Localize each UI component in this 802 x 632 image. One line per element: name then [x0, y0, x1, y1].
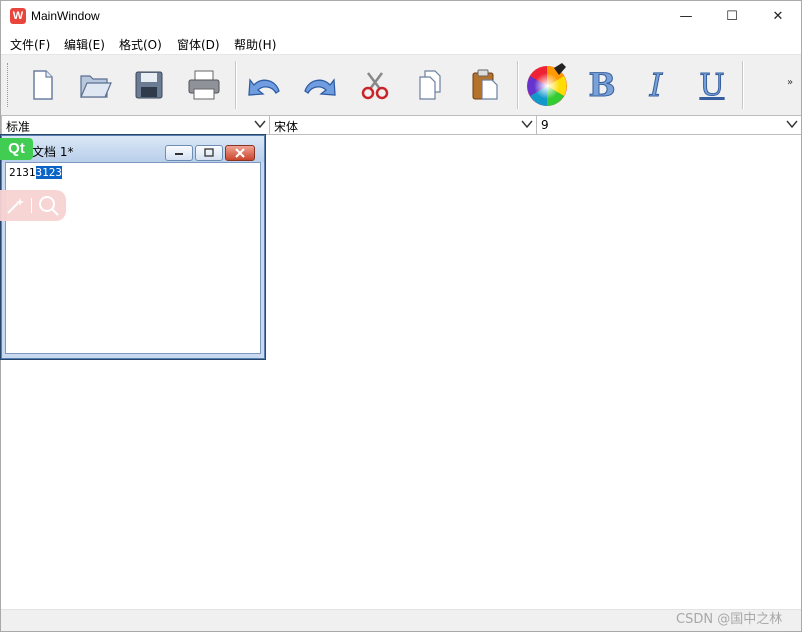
open-button[interactable]	[72, 61, 118, 109]
pill-divider	[31, 198, 32, 213]
maximize-icon: ☐	[726, 9, 738, 24]
menu-format[interactable]: 格式(O)	[119, 36, 162, 53]
maximize-icon	[204, 148, 214, 157]
window-title: MainWindow	[31, 9, 100, 23]
chevron-down-icon	[786, 120, 798, 129]
close-icon	[235, 148, 245, 158]
document-text-plain: 2131	[9, 166, 36, 179]
redo-icon	[304, 78, 336, 96]
document-text: 21313123	[9, 166, 62, 179]
child-document-window[interactable]: 文档 1* 21313123	[1, 135, 265, 359]
menu-window[interactable]: 窗体(D)	[177, 36, 220, 53]
undo-icon	[248, 78, 280, 96]
toolbar-overflow-button[interactable]: »	[787, 77, 793, 88]
copy-icon	[419, 70, 441, 100]
underline-button[interactable]: U	[689, 61, 735, 109]
print-button[interactable]	[181, 61, 227, 109]
search-icon[interactable]	[38, 195, 60, 217]
new-file-icon	[33, 70, 53, 100]
copy-button[interactable]	[407, 61, 453, 109]
new-button[interactable]	[18, 61, 64, 109]
size-combo[interactable]: 9	[536, 115, 801, 135]
underline-icon: U	[699, 67, 725, 103]
paste-icon	[472, 69, 498, 100]
menu-edit[interactable]: 编辑(E)	[64, 36, 105, 53]
maximize-button[interactable]: ☐	[709, 1, 755, 32]
chevron-down-icon	[254, 120, 266, 129]
save-button[interactable]	[126, 61, 172, 109]
qt-badge: Qt	[0, 138, 33, 160]
child-window-title: 文档 1*	[32, 145, 74, 159]
chevron-down-icon	[521, 120, 533, 129]
size-combo-value: 9	[541, 118, 549, 132]
cut-scissors-icon	[361, 72, 389, 100]
redo-button[interactable]	[297, 61, 343, 109]
style-combo[interactable]: 标准	[1, 115, 270, 135]
font-combo[interactable]: 宋体	[269, 115, 537, 135]
toolbar-grip[interactable]	[7, 63, 10, 107]
paste-button[interactable]	[462, 61, 508, 109]
title-bar: W MainWindow — ☐ ✕	[1, 1, 801, 32]
color-wheel-icon	[527, 63, 567, 106]
menu-file[interactable]: 文件(F)	[10, 36, 50, 53]
print-icon	[188, 70, 220, 100]
italic-button[interactable]: I	[633, 61, 679, 109]
menu-bar: 文件(F) 编辑(E) 格式(O) 窗体(D) 帮助(H)	[1, 32, 801, 54]
child-minimize-button[interactable]	[165, 145, 193, 161]
child-maximize-button[interactable]	[195, 145, 223, 161]
menu-help[interactable]: 帮助(H)	[234, 36, 276, 53]
undo-button[interactable]	[241, 61, 287, 109]
bold-button[interactable]: B	[579, 61, 625, 109]
bold-icon: B	[588, 66, 616, 105]
document-text-selected: 3123	[35, 166, 62, 179]
close-button[interactable]: ✕	[755, 1, 801, 32]
open-folder-icon	[80, 75, 112, 98]
floating-tool-pill	[0, 190, 66, 221]
toolbar-separator	[517, 61, 519, 109]
child-title-bar[interactable]: 文档 1*	[2, 136, 264, 162]
minimize-icon: —	[679, 9, 693, 24]
color-button[interactable]	[523, 61, 571, 109]
minimize-button[interactable]: —	[663, 1, 709, 32]
toolbar-separator	[235, 61, 237, 109]
magic-wand-icon[interactable]	[5, 196, 25, 216]
cut-button[interactable]	[352, 61, 398, 109]
style-combo-value: 标准	[6, 120, 31, 134]
child-close-button[interactable]	[225, 145, 255, 161]
toolbar: B I U »	[1, 54, 801, 116]
csdn-watermark: CSDN @国中之林	[676, 612, 783, 627]
save-disk-icon	[135, 71, 163, 99]
minimize-icon	[175, 153, 183, 155]
italic-icon: I	[649, 66, 663, 105]
toolbar-separator	[742, 61, 744, 109]
format-bar: 标准 宋体 9	[1, 115, 801, 135]
close-icon: ✕	[772, 9, 784, 24]
app-icon: W	[10, 8, 26, 24]
font-combo-value: 宋体	[274, 120, 299, 134]
